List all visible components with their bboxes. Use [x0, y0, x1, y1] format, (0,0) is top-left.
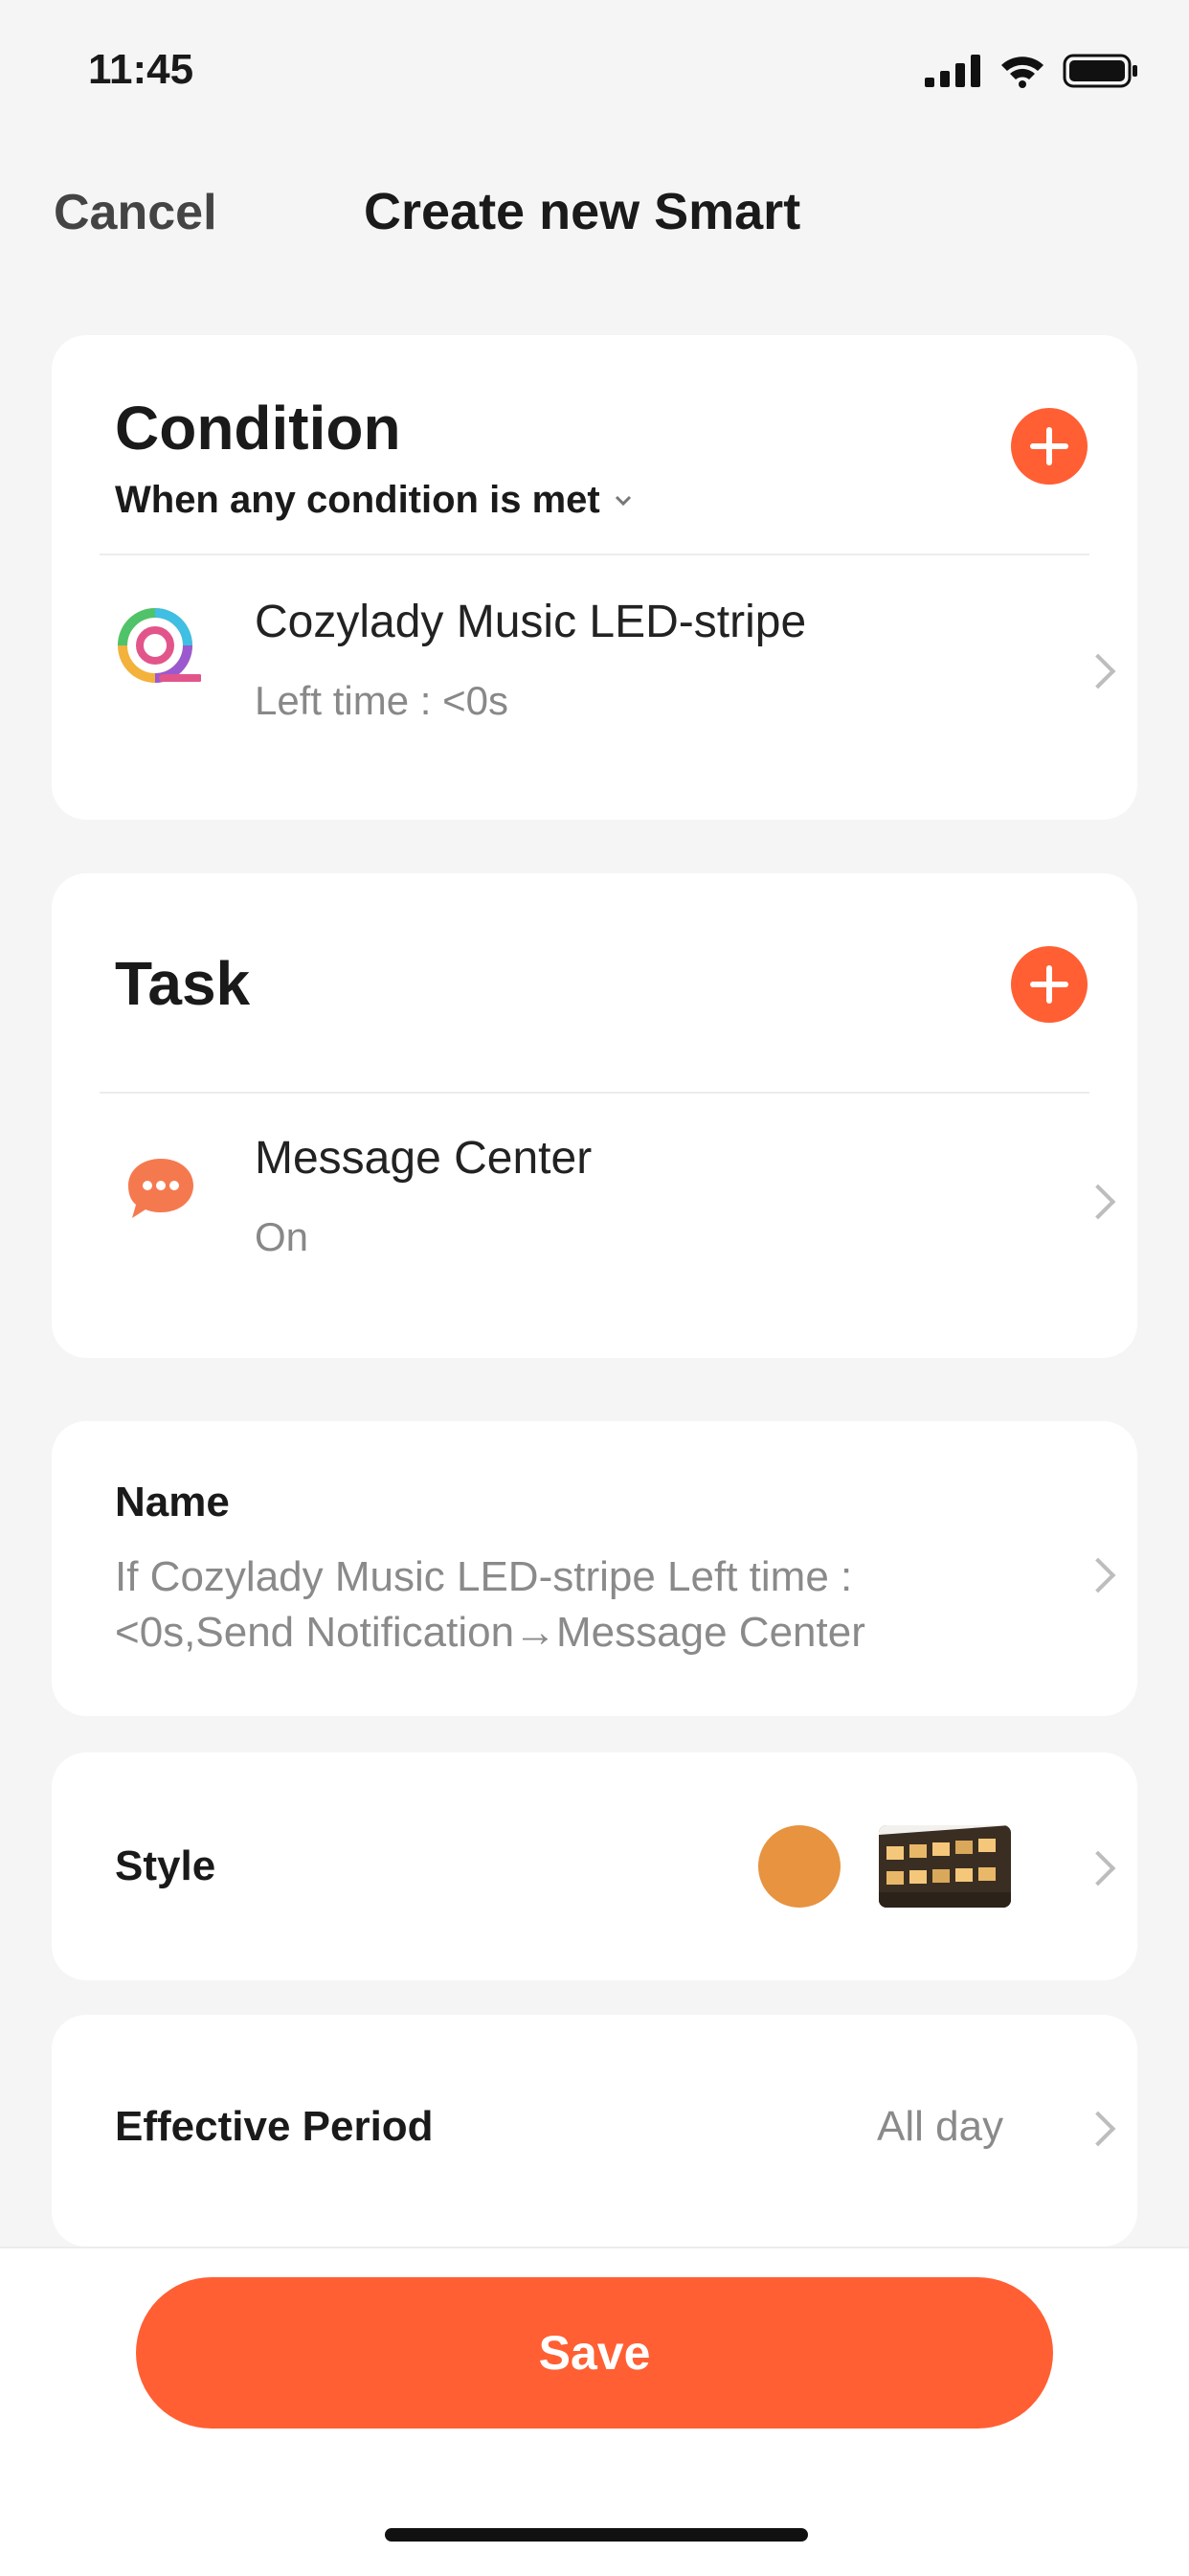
task-title: Task: [115, 949, 251, 1018]
status-icons: [925, 54, 1139, 88]
led-stripe-icon: [118, 608, 201, 683]
page-title: Create new Smart: [364, 183, 801, 240]
effective-period-card[interactable]: Effective Period All day: [52, 2015, 1137, 2247]
style-card[interactable]: Style: [52, 1752, 1137, 1980]
status-time: 11:45: [88, 46, 194, 93]
task-item-name: Message Center: [255, 1133, 593, 1184]
condition-mode-label: When any condition is met: [115, 479, 600, 521]
chevron-right-icon: [1080, 1184, 1116, 1220]
effective-period-value: All day: [877, 2103, 1004, 2150]
save-button[interactable]: Save: [136, 2277, 1053, 2429]
message-icon: [128, 1159, 193, 1218]
condition-card: Condition When any condition is met Cozy…: [52, 335, 1137, 820]
condition-item-name: Cozylady Music LED-stripe: [255, 597, 807, 647]
style-color-swatch: [758, 1825, 841, 1908]
task-card: Task Message Center On: [52, 873, 1137, 1358]
cellular-signal-icon: [925, 55, 980, 87]
effective-period-label: Effective Period: [115, 2103, 434, 2150]
condition-title: Condition: [115, 394, 401, 463]
building-image-icon: [879, 1825, 1011, 1908]
condition-item[interactable]: Cozylady Music LED-stripe Left time : <0…: [52, 555, 1137, 820]
name-card[interactable]: Name If Cozylady Music LED-stripe Left t…: [52, 1421, 1137, 1716]
chevron-right-icon: [1080, 653, 1116, 689]
chevron-down-icon: [615, 495, 631, 506]
add-condition-button[interactable]: [1011, 408, 1088, 485]
chevron-right-icon: [1080, 2111, 1116, 2147]
name-value: If Cozylady Music LED-stripe Left time :…: [115, 1553, 865, 1656]
home-indicator: [385, 2528, 808, 2542]
name-label: Name: [115, 1479, 230, 1525]
wifi-icon: [1001, 56, 1043, 88]
style-background-thumbnail: [879, 1825, 1011, 1908]
cancel-button[interactable]: Cancel: [54, 184, 217, 241]
battery-icon: [1063, 54, 1137, 88]
chevron-right-icon: [1080, 1557, 1116, 1593]
condition-mode-dropdown[interactable]: When any condition is met: [115, 479, 633, 522]
chevron-right-icon: [1080, 1850, 1116, 1887]
task-item-detail: On: [255, 1214, 309, 1259]
add-task-button[interactable]: [1011, 946, 1088, 1023]
style-label: Style: [115, 1842, 216, 1889]
condition-item-detail: Left time : <0s: [255, 678, 508, 723]
task-item[interactable]: Message Center On: [52, 1094, 1137, 1358]
